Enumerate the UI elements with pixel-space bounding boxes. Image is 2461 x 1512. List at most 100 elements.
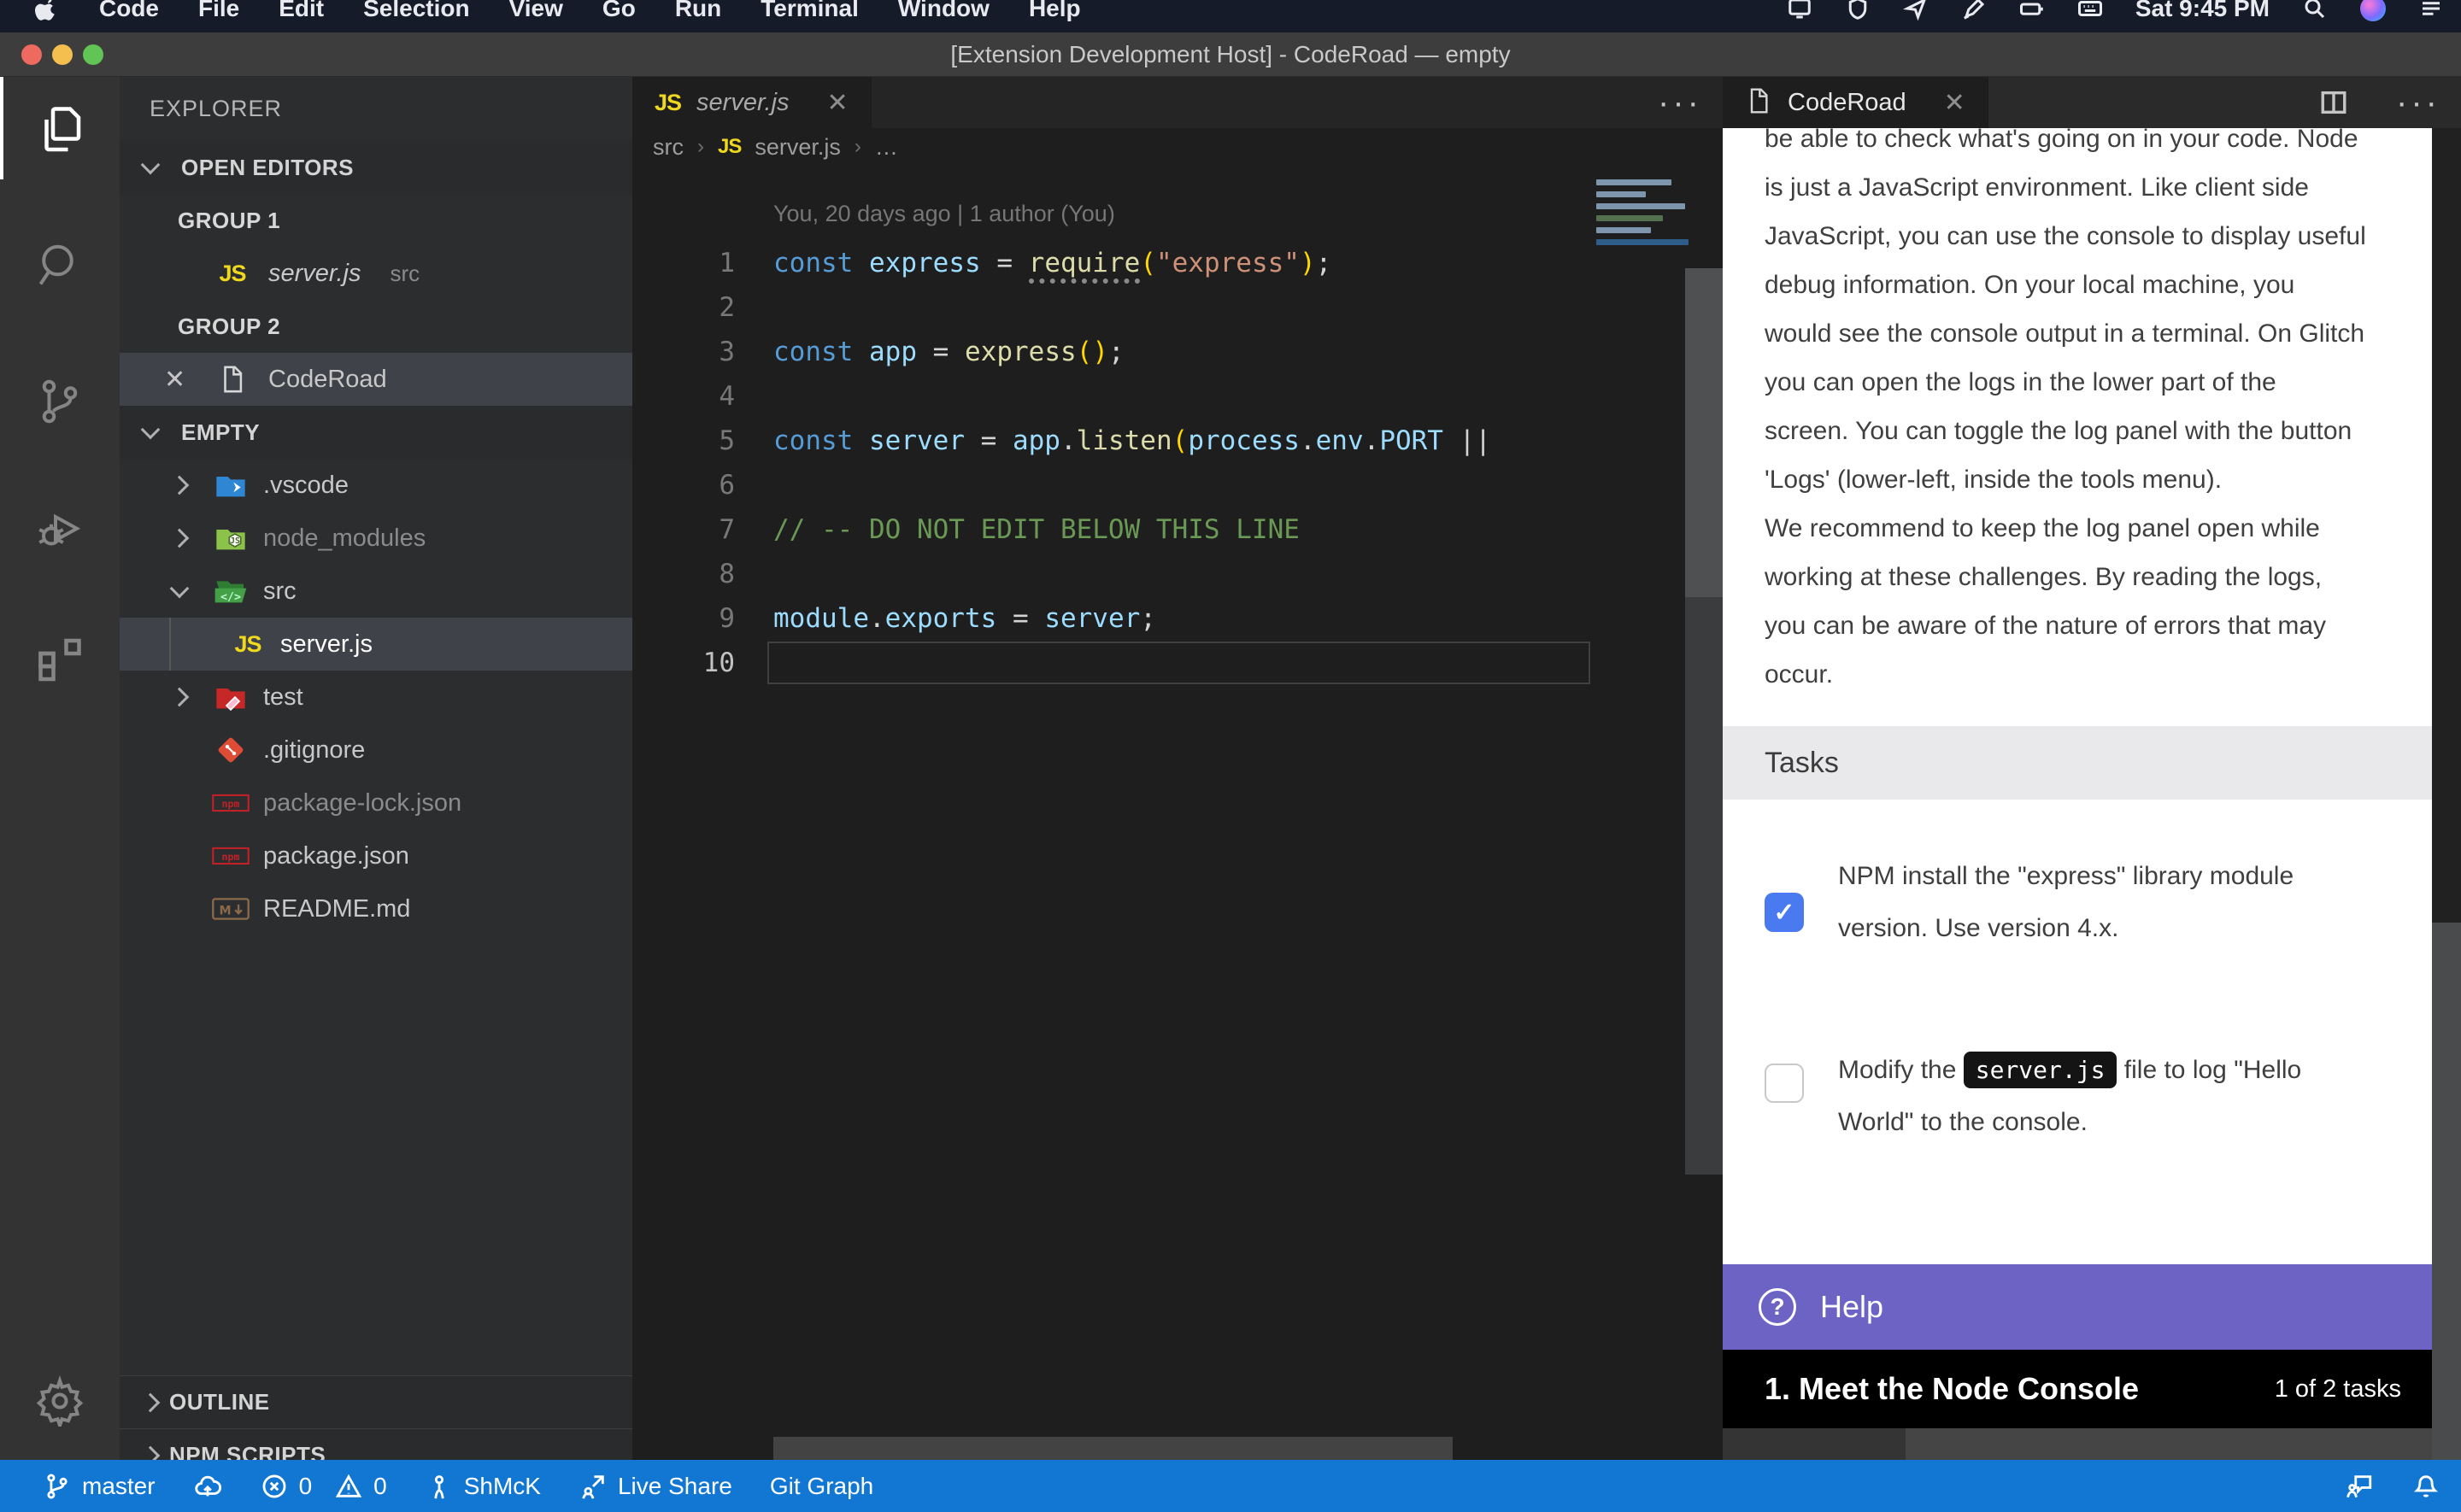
git-blame-lens[interactable]: You, 20 days ago | 1 author (You) — [773, 196, 1594, 241]
open-editor-coderoad[interactable]: ✕ CodeRoad — [120, 353, 632, 406]
npm-scripts-section-header[interactable]: NPM SCRIPTS — [120, 1428, 632, 1460]
scrollbar-thumb[interactable] — [1685, 268, 1723, 597]
close-tab-icon[interactable]: ✕ — [1944, 88, 1965, 118]
menu-item-run[interactable]: Run — [675, 0, 721, 22]
help-section-header[interactable]: ? Help — [1723, 1264, 2432, 1350]
bell-icon — [2411, 1472, 2440, 1501]
menu-item-window[interactable]: Window — [898, 0, 990, 22]
code-line-7[interactable]: 7// -- DO NOT EDIT BELOW THIS LINE — [632, 507, 1594, 552]
close-icon[interactable]: ✕ — [164, 365, 185, 395]
apple-logo-icon — [34, 0, 60, 21]
code-line-9[interactable]: 9module.exports = server; — [632, 596, 1594, 641]
webview-scrollbar[interactable] — [2432, 128, 2461, 1460]
account-status[interactable]: ShMcK — [425, 1472, 541, 1501]
scrollbar-thumb[interactable] — [2432, 923, 2461, 1460]
menu-item-go[interactable]: Go — [602, 0, 636, 22]
sidebar-title: EXPLORER — [150, 77, 282, 141]
display-status-icon[interactable] — [1787, 0, 1812, 21]
line-number: 9 — [632, 596, 735, 641]
code-line-5[interactable]: 5const server = app.listen(process.env.P… — [632, 419, 1594, 463]
menu-item-code[interactable]: Code — [99, 0, 159, 22]
siri-icon[interactable] — [2360, 0, 2386, 21]
tab-serverjs[interactable]: JS server.js ✕ — [632, 77, 872, 128]
paragraph-line: be able to check what's going on in your… — [1765, 128, 2414, 163]
paragraph-line: We recommend to keep the log panel open … — [1765, 504, 2414, 553]
editor-actions-icon[interactable]: ··· — [1658, 94, 1702, 111]
line-number: 10 — [632, 641, 735, 685]
editor-group-2-label[interactable]: GROUP 2 — [120, 300, 632, 353]
breadcrumb-src[interactable]: src — [653, 134, 684, 161]
sync-publish-button[interactable] — [193, 1472, 222, 1501]
code-editor[interactable]: You, 20 days ago | 1 author (You) 1const… — [632, 166, 1594, 1437]
lesson-progress-strip — [1723, 1428, 2432, 1460]
task-checkbox-checked[interactable]: ✓ — [1765, 893, 1804, 932]
panel-actions-icon[interactable]: ··· — [2396, 94, 2440, 111]
tree-item-node-modules[interactable]: JS node_modules — [120, 512, 632, 565]
menu-item-edit[interactable]: Edit — [279, 0, 324, 22]
search-icon[interactable] — [0, 214, 120, 316]
code-line-4[interactable]: 4 — [632, 374, 1594, 419]
menu-item-selection[interactable]: Selection — [363, 0, 469, 22]
tree-item-src[interactable]: </> src — [120, 565, 632, 618]
vscode-folder-icon — [212, 468, 250, 502]
spotlight-search-icon[interactable] — [2302, 0, 2328, 21]
line-number: 6 — [632, 463, 735, 507]
minimap[interactable] — [1593, 166, 1685, 525]
open-editors-header[interactable]: OPEN EDITORS — [120, 141, 632, 194]
outline-section-header[interactable]: OUTLINE — [120, 1375, 632, 1428]
live-share-button[interactable]: Live Share — [579, 1472, 732, 1501]
editor-horizontal-scrollbar[interactable] — [773, 1437, 1453, 1460]
tree-item-package-lock[interactable]: npm package-lock.json — [120, 777, 632, 829]
tree-item-test[interactable]: test — [120, 671, 632, 724]
code-line-10[interactable]: 10 — [632, 641, 1594, 685]
breadcrumb-tail[interactable]: … — [875, 134, 898, 161]
git-graph-button[interactable]: Git Graph — [770, 1473, 873, 1500]
folder-section-header[interactable]: EMPTY — [120, 406, 632, 459]
code-line-2[interactable]: 2 — [632, 285, 1594, 330]
open-editor-serverjs[interactable]: JS server.js src — [120, 247, 632, 300]
extensions-icon[interactable] — [0, 607, 120, 709]
editor-group-1-label[interactable]: GROUP 1 — [120, 194, 632, 247]
indent-guide — [169, 618, 171, 671]
paragraph-line: occur. — [1765, 650, 2414, 699]
run-debug-icon[interactable] — [0, 478, 120, 581]
menu-clock: Sat 9:45 PM — [2135, 0, 2270, 22]
git-branch-status[interactable]: master — [43, 1472, 156, 1501]
menu-item-view[interactable]: View — [509, 0, 563, 22]
settings-gear-icon[interactable] — [0, 1350, 120, 1452]
task-checkbox-unchecked[interactable] — [1765, 1064, 1804, 1103]
task-text: Modify the server.js file to log "Hello … — [1838, 1044, 2419, 1148]
tree-item-package-json[interactable]: npm package.json — [120, 829, 632, 882]
menu-item-file[interactable]: File — [198, 0, 239, 22]
code-line-6[interactable]: 6 — [632, 463, 1594, 507]
explorer-icon[interactable] — [0, 77, 120, 179]
split-editor-icon[interactable] — [2319, 88, 2348, 117]
battery-status-icon[interactable] — [2019, 0, 2045, 21]
notifications-button[interactable] — [2411, 1472, 2440, 1501]
pencil-status-icon[interactable] — [1961, 0, 1987, 21]
tree-item-serverjs[interactable]: JS server.js — [120, 618, 632, 671]
feedback-button[interactable] — [2345, 1472, 2374, 1501]
tree-item-readme[interactable]: M README.md — [120, 882, 632, 935]
breadcrumb-file[interactable]: server.js — [755, 134, 841, 161]
task-text: NPM install the "express" library module… — [1838, 850, 2419, 954]
source-control-icon[interactable] — [0, 350, 120, 453]
code-line-8[interactable]: 8 — [632, 552, 1594, 596]
chevron-right-icon — [170, 529, 190, 548]
code-line-1[interactable]: 1const express = require("express"); — [632, 241, 1594, 285]
menu-item-terminal[interactable]: Terminal — [761, 0, 859, 22]
shield-status-icon[interactable] — [1845, 0, 1871, 21]
tree-item-gitignore[interactable]: .gitignore — [120, 724, 632, 777]
menu-items: Code File Edit Selection View Go Run Terminal Wi… — [99, 0, 1081, 22]
svg-text:JS: JS — [230, 536, 240, 546]
close-tab-icon[interactable]: ✕ — [827, 88, 849, 118]
menu-item-help[interactable]: Help — [1029, 0, 1081, 22]
control-center-icon[interactable] — [2418, 0, 2444, 21]
location-arrow-icon[interactable] — [1903, 0, 1929, 21]
tab-coderoad[interactable]: CodeRoad ✕ — [1723, 77, 1988, 128]
problems-status[interactable]: 0 0 — [260, 1472, 387, 1501]
tree-item-vscode[interactable]: .vscode — [120, 459, 632, 512]
code-line-3[interactable]: 3const app = express(); — [632, 330, 1594, 374]
keyboard-status-icon[interactable] — [2077, 0, 2103, 21]
editor-vertical-scrollbar[interactable] — [1685, 166, 1723, 1437]
